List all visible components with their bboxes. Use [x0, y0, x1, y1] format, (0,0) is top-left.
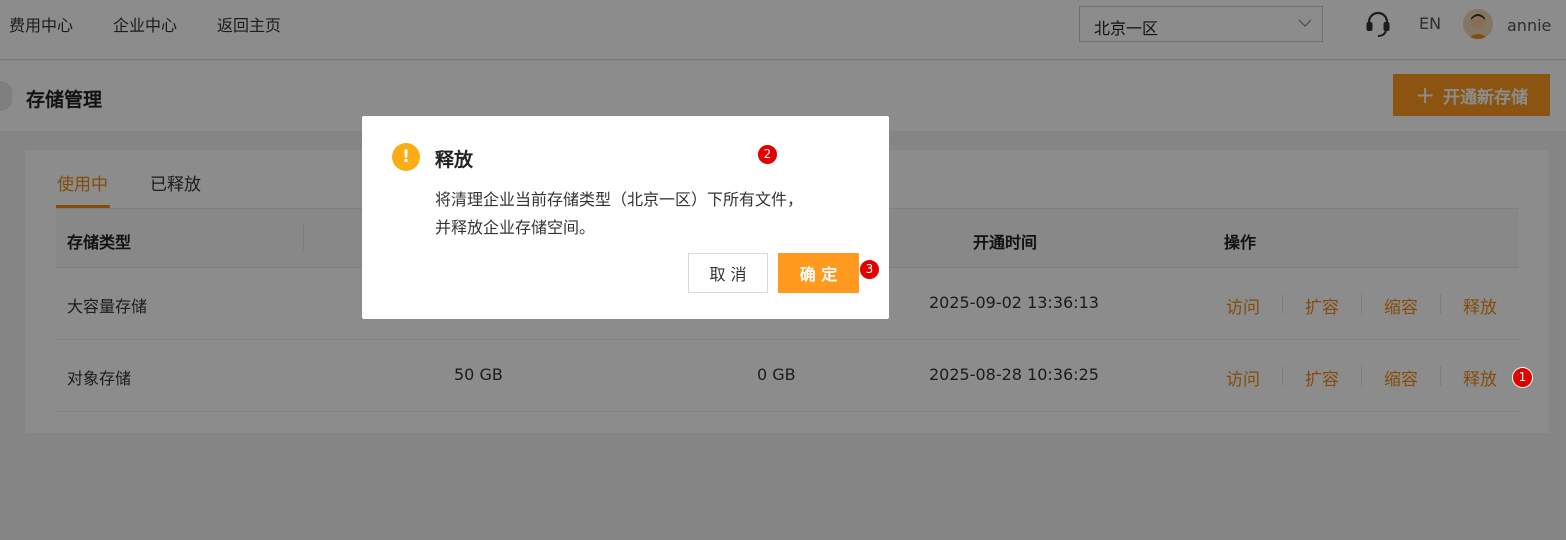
release-dialog: ! 释放 将清理企业当前存储类型（北京一区）下所有文件， 并释放企业存储空间。 …	[362, 116, 889, 319]
step-badge-2: 2	[757, 144, 778, 165]
cancel-button[interactable]: 取 消	[688, 253, 768, 293]
step-badge-3: 3	[859, 259, 880, 280]
warning-icon: !	[392, 143, 420, 171]
dialog-title: 释放	[435, 149, 474, 171]
dialog-message: 将清理企业当前存储类型（北京一区）下所有文件， 并释放企业存储空间。	[435, 186, 865, 242]
dialog-message-line-2: 并释放企业存储空间。	[435, 218, 596, 237]
confirm-button[interactable]: 确 定	[778, 253, 859, 293]
dialog-message-line-1: 将清理企业当前存储类型（北京一区）下所有文件，	[435, 190, 804, 209]
step-badge-1: 1	[1512, 367, 1533, 388]
